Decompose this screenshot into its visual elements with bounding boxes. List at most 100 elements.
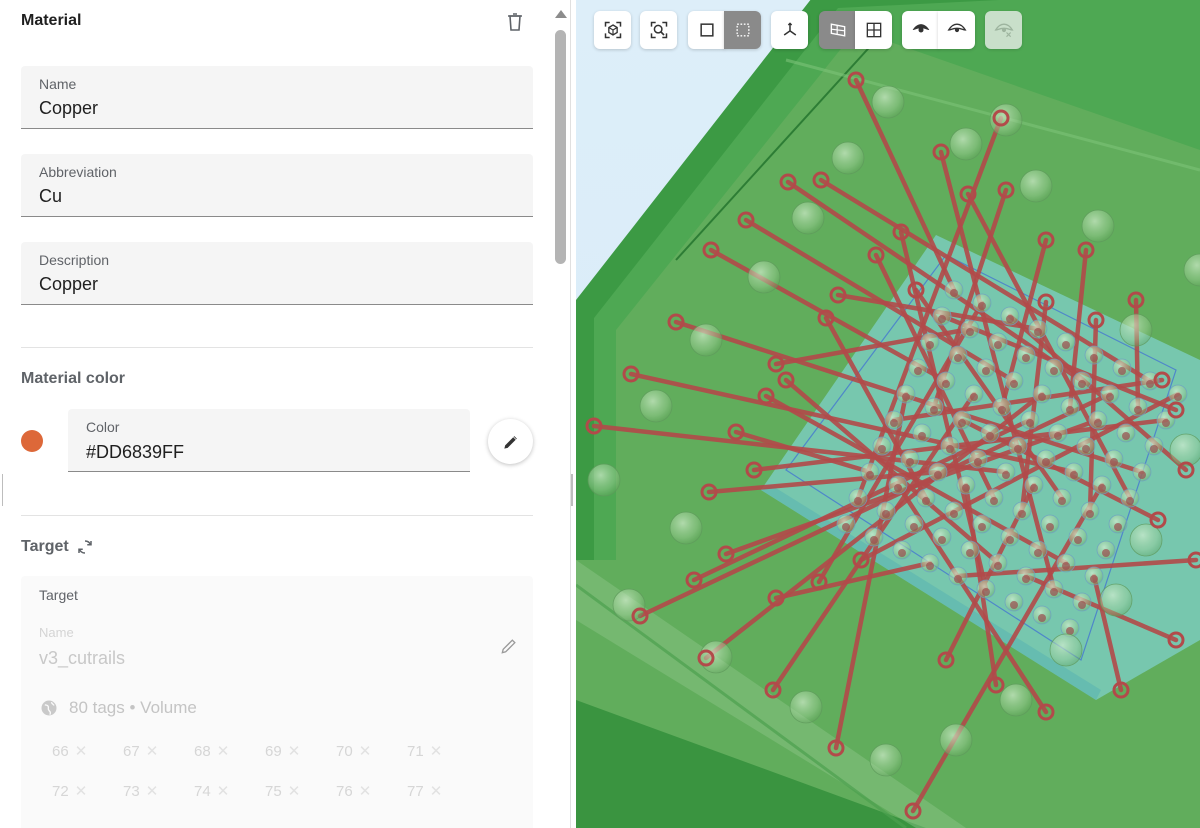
bump-core	[1058, 497, 1066, 505]
bump-core	[1038, 393, 1046, 401]
bump-core	[1066, 406, 1074, 414]
dashed-square-icon	[736, 23, 749, 37]
properties-panel: Material Name Copper Abbreviation Cu Des…	[0, 0, 552, 828]
zoom-box-icon	[650, 21, 667, 39]
remove-tag-icon[interactable]: ✕	[430, 783, 443, 800]
bump-core	[978, 302, 986, 310]
eye-icon	[912, 24, 929, 33]
remove-tag-icon[interactable]: ✕	[217, 743, 230, 760]
name-field-label: Name	[39, 76, 77, 92]
remove-tag-icon[interactable]: ✕	[146, 783, 159, 800]
bump-core	[854, 497, 862, 505]
board-bump	[1081, 209, 1115, 243]
panel-scrollbar[interactable]	[552, 0, 570, 828]
hide-button[interactable]	[985, 11, 1022, 49]
tag-label: 74	[194, 783, 211, 800]
edit-color-button[interactable]	[488, 419, 533, 464]
remove-tag-icon[interactable]: ✕	[75, 743, 88, 760]
bump-core	[998, 406, 1006, 414]
fit-all-button[interactable]	[594, 11, 631, 49]
show-selection-button[interactable]	[938, 11, 975, 49]
bump-core	[1002, 471, 1010, 479]
remove-tag-icon[interactable]: ✕	[217, 783, 230, 800]
bump-core	[966, 549, 974, 557]
bump-core	[970, 393, 978, 401]
bump-core	[898, 549, 906, 557]
board-bump	[699, 640, 733, 674]
bump-core	[982, 367, 990, 375]
bump-core	[910, 523, 918, 531]
abbreviation-field-value[interactable]: Cu	[39, 186, 62, 207]
description-field[interactable]: Description Copper	[21, 242, 533, 305]
bump-core	[1054, 432, 1062, 440]
3d-viewport[interactable]	[576, 0, 1200, 828]
bump-core	[954, 575, 962, 583]
board-bump	[612, 588, 646, 622]
show-all-button[interactable]	[902, 11, 939, 49]
bump-core	[1086, 510, 1094, 518]
bump-core	[1042, 458, 1050, 466]
axes-button[interactable]	[771, 11, 808, 49]
board-bump	[1129, 523, 1163, 557]
bump-core	[1022, 354, 1030, 362]
tag-chip: 75 ✕	[265, 782, 300, 800]
bump-core	[1074, 536, 1082, 544]
split-view-button[interactable]	[819, 11, 856, 49]
bump-core	[1162, 419, 1170, 427]
name-field[interactable]: Name Copper	[21, 66, 533, 129]
material-color-title: Material color	[21, 370, 126, 387]
board-bump	[1169, 433, 1200, 467]
bump-core	[1110, 458, 1118, 466]
remove-tag-icon[interactable]: ✕	[146, 743, 159, 760]
abbreviation-field[interactable]: Abbreviation Cu	[21, 154, 533, 217]
bump-core	[1034, 549, 1042, 557]
bump-core	[1122, 432, 1130, 440]
select-solid-button[interactable]	[688, 11, 725, 49]
scroll-thumb[interactable]	[555, 30, 566, 264]
remove-tag-icon[interactable]: ✕	[359, 783, 372, 800]
bump-core	[882, 510, 890, 518]
zoom-selection-button[interactable]	[640, 11, 677, 49]
bump-core	[914, 367, 922, 375]
description-field-label: Description	[39, 252, 110, 268]
color-field[interactable]: Color #DD6839FF	[68, 409, 470, 472]
section-divider	[21, 515, 533, 516]
tag-label: 76	[336, 783, 353, 800]
pcb-scene[interactable]	[576, 0, 1200, 828]
refresh-icon[interactable]	[76, 538, 94, 556]
delete-material-button[interactable]	[503, 10, 527, 34]
board-bump	[939, 723, 973, 757]
tag-chip: 67 ✕	[123, 742, 158, 760]
bump-core	[1030, 484, 1038, 492]
splitter-grip[interactable]	[571, 474, 573, 506]
board-bump	[871, 85, 905, 119]
remove-tag-icon[interactable]: ✕	[288, 783, 301, 800]
board-bump	[831, 141, 865, 175]
tag-chip: 77 ✕	[407, 782, 442, 800]
bump-core	[1174, 393, 1182, 401]
abbreviation-field-label: Abbreviation	[39, 164, 117, 180]
bump-core	[870, 536, 878, 544]
grid-view-button[interactable]	[855, 11, 892, 49]
remove-tag-icon[interactable]: ✕	[430, 743, 443, 760]
bump-core	[958, 419, 966, 427]
tag-chip: 71 ✕	[407, 742, 442, 760]
edit-target-button[interactable]	[499, 636, 521, 658]
bump-core	[1062, 562, 1070, 570]
select-box-button[interactable]	[724, 11, 761, 49]
tag-label: 72	[52, 783, 69, 800]
bump-core	[906, 458, 914, 466]
board-bump	[791, 201, 825, 235]
description-field-value[interactable]: Copper	[39, 274, 98, 295]
bump-core	[902, 393, 910, 401]
name-field-value[interactable]: Copper	[39, 98, 98, 119]
bump-core	[950, 510, 958, 518]
tag-chip: 74 ✕	[194, 782, 229, 800]
remove-tag-icon[interactable]: ✕	[359, 743, 372, 760]
board-bump	[747, 260, 781, 294]
scroll-up-arrow-icon[interactable]	[555, 10, 567, 18]
remove-tag-icon[interactable]: ✕	[75, 783, 88, 800]
color-field-value[interactable]: #DD6839FF	[86, 442, 184, 463]
app-root: Material Name Copper Abbreviation Cu Des…	[0, 0, 1200, 828]
remove-tag-icon[interactable]: ✕	[288, 743, 301, 760]
